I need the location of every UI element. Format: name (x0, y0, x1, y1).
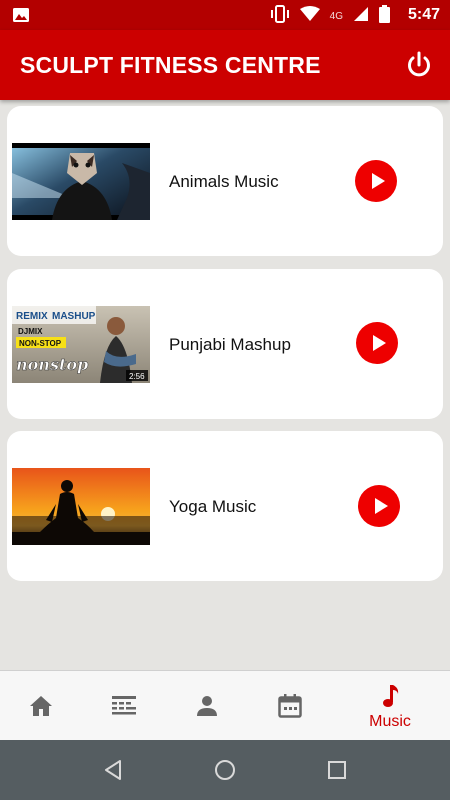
track-card[interactable]: Animals Music (7, 106, 443, 256)
home-button[interactable] (213, 758, 237, 782)
power-button[interactable] (404, 50, 434, 80)
thumb-text: MASHUP (52, 311, 96, 322)
play-icon (375, 498, 388, 514)
nav-calendar[interactable] (249, 671, 329, 741)
nav-profile[interactable] (166, 671, 246, 741)
battery-icon (379, 5, 390, 28)
nav-home[interactable] (0, 671, 80, 741)
track-card[interactable]: REMIX MASHUP DJMIX NON-STOP nonstop 2:56… (7, 269, 443, 419)
recents-square-icon (328, 761, 346, 779)
system-navigation-bar (0, 740, 450, 800)
nav-music[interactable]: Music (350, 671, 430, 741)
duration-label: 2:56 (129, 372, 145, 381)
power-icon (408, 51, 430, 77)
masked-performer-thumbnail (12, 143, 150, 220)
track-title: Yoga Music (169, 497, 257, 516)
person-icon (197, 696, 217, 716)
thumb-text: NON-STOP (19, 339, 62, 348)
play-button[interactable] (355, 160, 397, 202)
play-button[interactable] (356, 322, 398, 364)
thumb-text: REMIX (16, 311, 48, 322)
home-icon (30, 696, 52, 716)
back-triangle-icon (105, 760, 121, 780)
play-icon (372, 173, 385, 189)
play-button[interactable] (358, 485, 400, 527)
music-list: Animals Music REMIX MASHUP DJMIX NON-STO… (0, 100, 450, 670)
yoga-sunset-thumbnail (12, 468, 150, 545)
track-card[interactable]: Yoga Music (7, 431, 443, 581)
back-button[interactable] (101, 758, 125, 782)
play-icon (373, 335, 386, 351)
music-note-icon (383, 685, 399, 707)
nav-schedule[interactable] (83, 671, 163, 741)
cell-signal-icon (353, 6, 369, 27)
track-title: Punjabi Mashup (169, 335, 291, 354)
nav-music-label: Music (369, 713, 411, 730)
image-notification-icon (12, 6, 30, 29)
vibrate-icon (270, 5, 290, 28)
remix-mashup-thumbnail: REMIX MASHUP DJMIX NON-STOP nonstop 2:56 (12, 306, 150, 383)
track-title: Animals Music (169, 172, 279, 191)
thumb-text: nonstop (16, 355, 88, 374)
network-type: 4G (329, 11, 343, 22)
app-title: SCULPT FITNESS CENTRE (20, 52, 321, 78)
thumb-text: DJMIX (18, 327, 43, 336)
bottom-navigation: Music (0, 670, 450, 740)
app-bar: SCULPT FITNESS CENTRE (0, 30, 450, 100)
wifi-icon (299, 6, 320, 27)
recents-button[interactable] (325, 758, 349, 782)
clock: 5:47 (407, 6, 440, 23)
schedule-icon (112, 696, 136, 715)
home-circle-icon (215, 760, 235, 780)
status-bar: 4G 5:47 (0, 0, 450, 30)
calendar-icon (278, 694, 302, 718)
